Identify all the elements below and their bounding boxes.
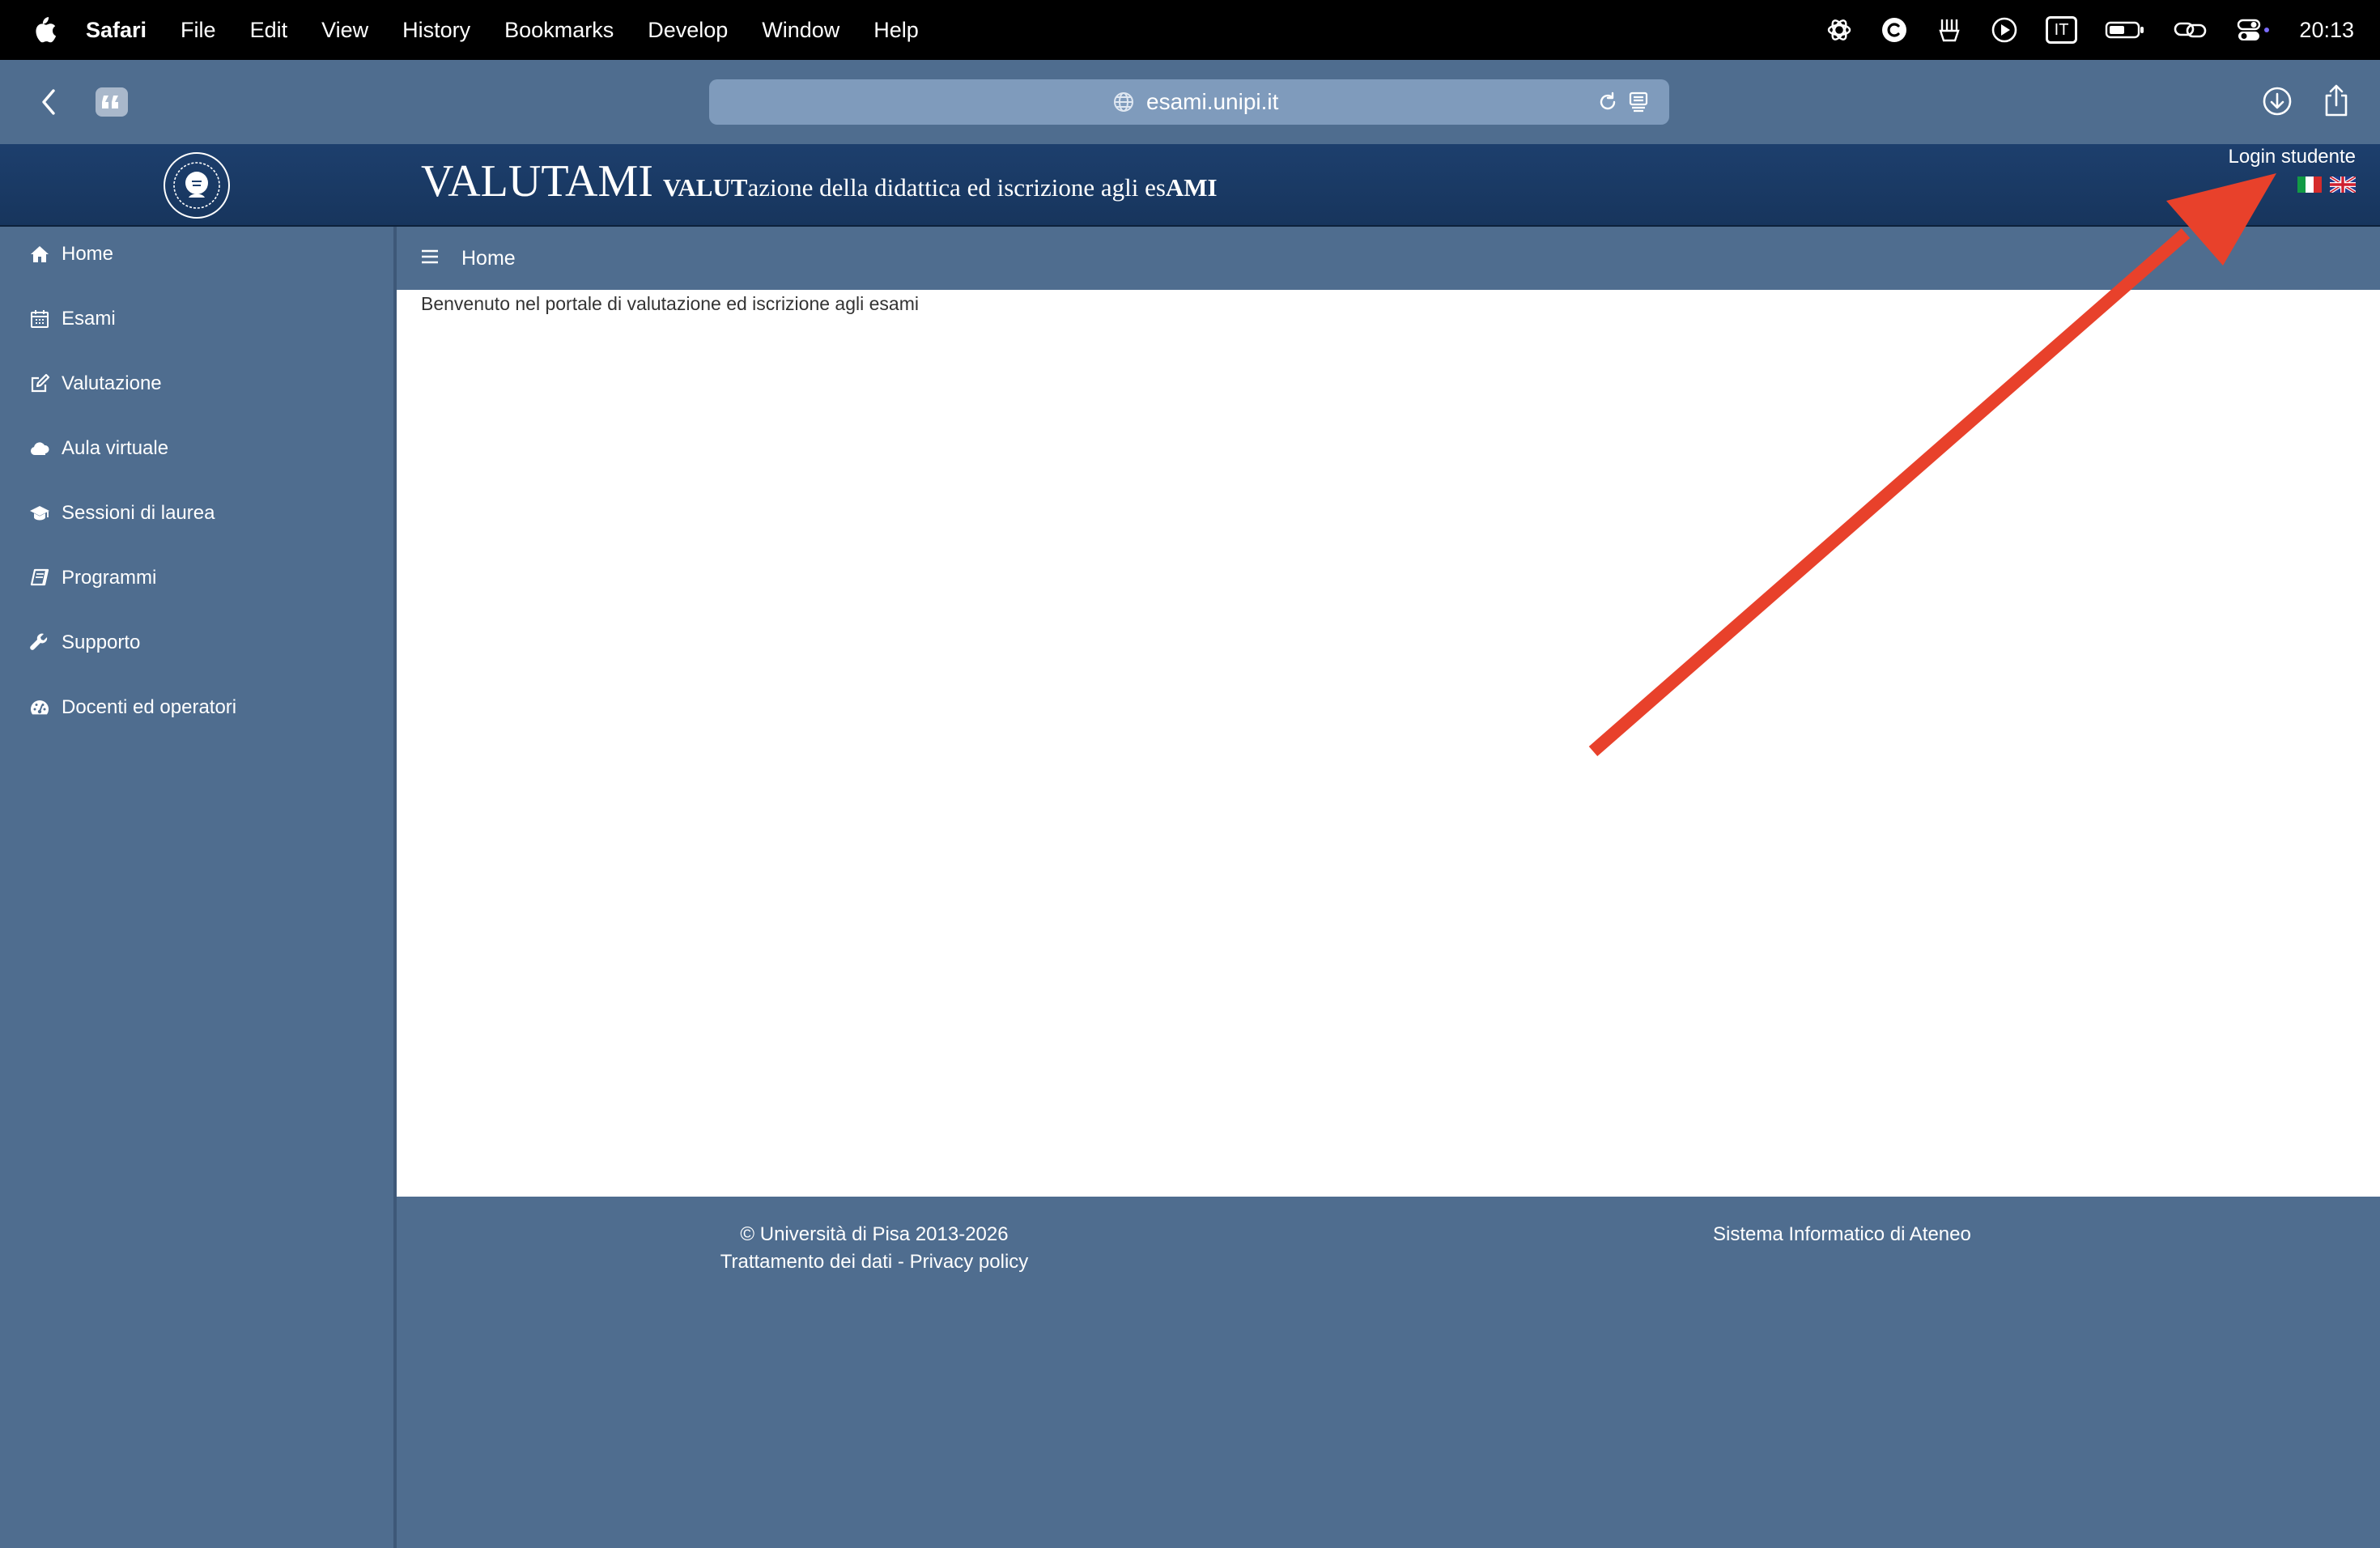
- chatgpt-icon[interactable]: [1825, 16, 1853, 44]
- screen-mirroring-icon[interactable]: [2173, 16, 2208, 44]
- menu-develop[interactable]: Develop: [648, 18, 728, 43]
- brand-tagline: VALUTazione della didattica ed iscrizion…: [663, 173, 1218, 202]
- menu-window[interactable]: Window: [762, 18, 839, 43]
- menu-history[interactable]: History: [402, 18, 470, 43]
- footer-system-name: Sistema Informatico di Ateneo: [1713, 1223, 1971, 1245]
- privacy-policy-link[interactable]: Trattamento dei dati - Privacy policy: [672, 1248, 1077, 1276]
- downloads-icon[interactable]: [2262, 86, 2293, 117]
- brand-title: VALUTAMI: [421, 156, 653, 206]
- sidebar-item-home[interactable]: Home: [29, 238, 113, 270]
- university-seal-icon[interactable]: [162, 151, 232, 220]
- globe-icon: [1114, 92, 1133, 112]
- breadcrumb-current[interactable]: Home: [461, 227, 516, 290]
- sidebar-item-label: Supporto: [62, 632, 141, 653]
- control-center-icon[interactable]: [2236, 16, 2272, 44]
- extension-icon[interactable]: [96, 87, 128, 117]
- sidebar-item-esami[interactable]: Esami: [29, 303, 116, 335]
- sidebar-item-valutazione[interactable]: Valutazione: [29, 368, 162, 400]
- uk-flag-icon[interactable]: [2330, 176, 2356, 193]
- sidebar-item-label: Home: [62, 243, 114, 265]
- fan-icon[interactable]: [1936, 16, 1963, 44]
- c-app-icon[interactable]: [1881, 16, 1908, 44]
- sidebar-navigation: Home Esami Valutazione Aula virtuale Ses…: [0, 227, 397, 1548]
- sidebar-item-label: Esami: [62, 308, 116, 330]
- play-circle-icon[interactable]: [1991, 16, 2018, 44]
- tagline-part-2: azione della didattica ed iscrizione agl…: [747, 173, 1166, 202]
- menu-bar-clock[interactable]: 20:13: [2299, 18, 2354, 43]
- tagline-part-1: VALUT: [662, 173, 748, 202]
- edit-icon: [31, 373, 50, 393]
- dashboard-icon: [31, 700, 49, 715]
- footer-left: © Università di Pisa 2013-2026 Trattamen…: [672, 1221, 1077, 1276]
- sidebar-item-docenti-ed-operatori[interactable]: Docenti ed operatori: [29, 691, 236, 724]
- sidebar-item-label: Programmi: [62, 567, 157, 589]
- hamburger-menu-icon[interactable]: [421, 248, 439, 266]
- sidebar-item-sessioni-di-laurea[interactable]: Sessioni di laurea: [29, 497, 215, 529]
- address-bar[interactable]: esami.unipi.it: [709, 79, 1669, 125]
- site-header: VALUTAMI VALUTazione della didattica ed i…: [0, 144, 2380, 227]
- menu-app-name[interactable]: Safari: [86, 18, 147, 43]
- share-icon[interactable]: [2322, 83, 2351, 118]
- book-icon: [30, 568, 49, 586]
- calendar-icon: [31, 310, 49, 328]
- login-studente-link[interactable]: Login studente: [2229, 146, 2356, 168]
- tagline-part-3: AMI: [1165, 173, 1218, 202]
- input-source-indicator[interactable]: IT: [2045, 16, 2078, 44]
- sidebar-item-label: Valutazione: [62, 372, 162, 394]
- sidebar-item-label: Aula virtuale: [62, 437, 169, 459]
- sidebar-item-aula-virtuale[interactable]: Aula virtuale: [29, 432, 168, 465]
- battery-icon[interactable]: [2105, 16, 2145, 44]
- wrench-icon: [30, 633, 48, 650]
- footer-copyright: © Università di Pisa 2013-2026: [740, 1223, 1009, 1245]
- home-icon: [31, 246, 49, 262]
- sidebar-item-label: Docenti ed operatori: [62, 696, 237, 718]
- apple-logo-icon[interactable]: [32, 15, 57, 45]
- cloud-icon: [30, 442, 49, 455]
- browser-toolbar: esami.unipi.it: [0, 60, 2380, 144]
- sidebar-item-label: Sessioni di laurea: [62, 502, 215, 524]
- menu-edit[interactable]: Edit: [250, 18, 288, 43]
- back-button[interactable]: [36, 86, 62, 118]
- breadcrumb: Home: [397, 227, 2380, 290]
- sidebar-item-programmi[interactable]: Programmi: [29, 562, 156, 594]
- site-brand[interactable]: VALUTAMI VALUTazione della didattica ed i…: [421, 155, 1218, 212]
- macos-menu-bar: Safari File Edit View History Bookmarks …: [0, 0, 2380, 60]
- menu-help[interactable]: Help: [873, 18, 919, 43]
- url-text[interactable]: esami.unipi.it: [1146, 79, 1278, 125]
- menu-view[interactable]: View: [321, 18, 368, 43]
- menu-bar-status-area: IT 20:13: [1825, 0, 2354, 60]
- reader-mode-icon[interactable]: [1627, 91, 1650, 113]
- welcome-message: Benvenuto nel portale di valutazione ed …: [421, 293, 919, 314]
- graduation-cap-icon: [30, 506, 49, 521]
- italian-flag-icon[interactable]: [2297, 176, 2322, 193]
- menu-file[interactable]: File: [181, 18, 216, 43]
- main-content: Benvenuto nel portale di valutazione ed …: [397, 290, 2380, 1197]
- menu-bookmarks[interactable]: Bookmarks: [504, 18, 614, 43]
- sidebar-item-supporto[interactable]: Supporto: [29, 627, 140, 659]
- reload-icon[interactable]: [1596, 91, 1619, 113]
